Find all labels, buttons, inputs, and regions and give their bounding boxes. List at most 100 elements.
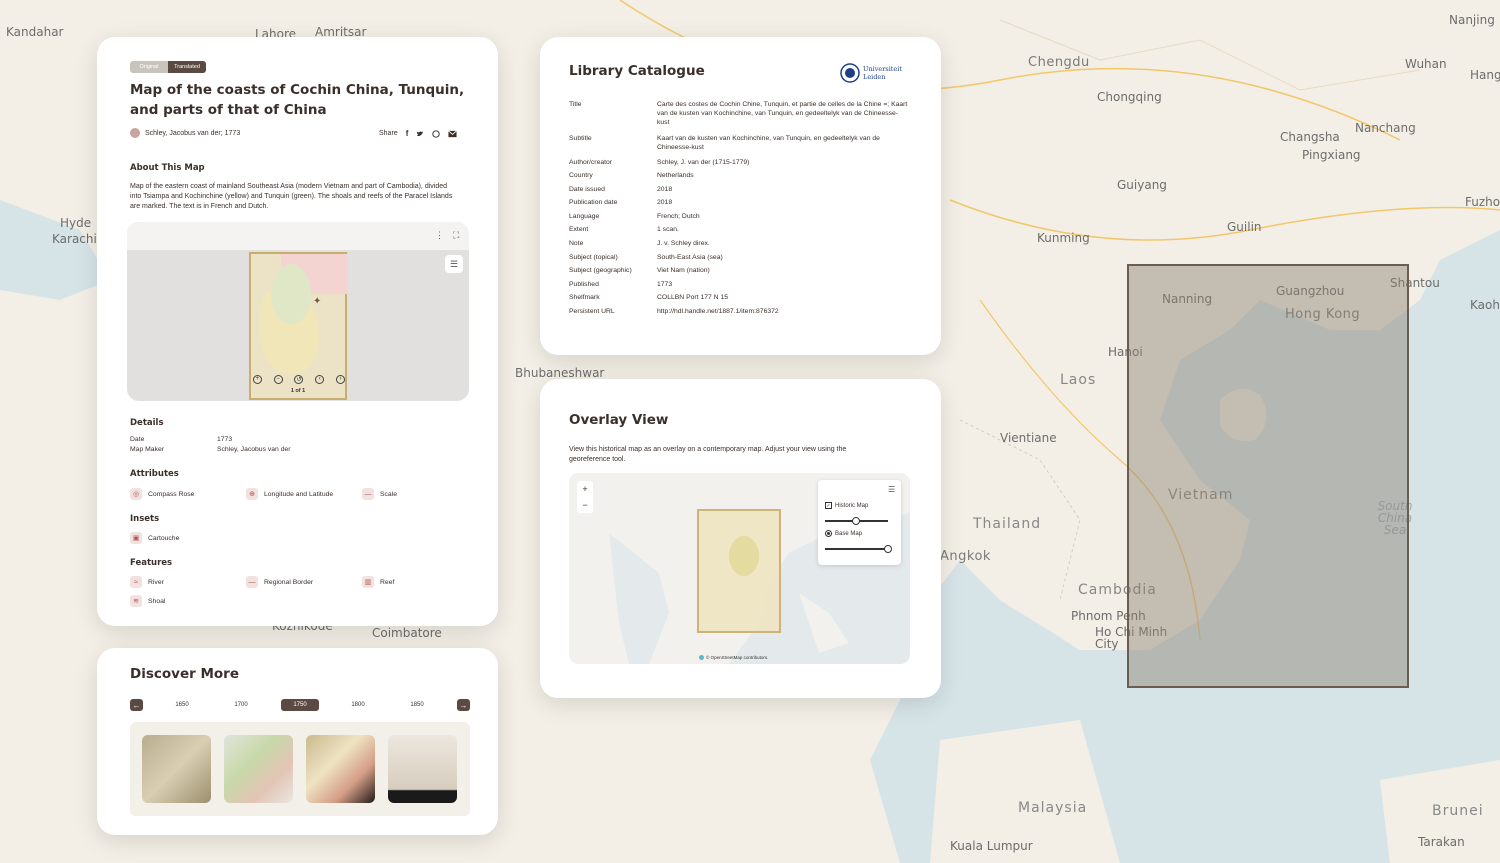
radio-icon[interactable]	[825, 530, 832, 537]
catalogue-field-label: Extent	[569, 226, 589, 233]
overlay-title: Overlay View	[569, 412, 669, 428]
more-options-icon[interactable]: ⋮	[435, 230, 444, 241]
checkbox-icon[interactable]: ✓	[825, 502, 832, 509]
zoom-in-button[interactable]: +	[577, 481, 593, 497]
zoom-out-button[interactable]: −	[577, 497, 593, 513]
reset-icon[interactable]: ↺	[294, 374, 304, 384]
detail-value: Schley, Jacobus van der	[217, 446, 291, 453]
map-label: Bhubaneshwar	[515, 366, 605, 380]
facebook-icon[interactable]: f	[406, 129, 409, 138]
catalogue-field-value: Kaart van de kusten van Kochinchine, van…	[657, 135, 880, 152]
fullscreen-icon[interactable]: ⛶	[453, 230, 459, 241]
catalogue-field-value: Carte des costes de Cochin Chine, Tunqui…	[657, 101, 908, 127]
attribute-scale[interactable]: — Scale	[362, 488, 397, 500]
inset-label: Cartouche	[148, 534, 180, 542]
cartouche-icon: ▣	[130, 532, 142, 544]
scale-icon: —	[362, 488, 374, 500]
catalogue-title: Library Catalogue	[569, 63, 705, 79]
map-label: Fuzho	[1465, 195, 1500, 209]
features-heading: Features	[130, 558, 173, 568]
twitter-icon[interactable]	[416, 130, 424, 138]
map-label: Thailand	[973, 516, 1042, 532]
catalogue-field-label: Persistent URL	[569, 308, 615, 315]
catalogue-field-value: French; Dutch	[657, 213, 700, 220]
timeline-next-button[interactable]: →	[457, 699, 470, 711]
base-map-option[interactable]: Base Map	[825, 530, 862, 537]
toggle-translated[interactable]: Translated	[168, 61, 206, 73]
attribution-text: © OpenStreetMap contributors.	[706, 655, 769, 660]
toggle-original[interactable]: Original	[130, 61, 168, 73]
decade-1700[interactable]: 1700	[222, 699, 260, 711]
catalogue-field-value: 2018	[657, 199, 673, 206]
image-viewer[interactable]: ⋮ ⛶ ✦ ☰ + − ↺ ‹ › 1 of 1	[127, 222, 469, 401]
decade-1800[interactable]: 1800	[339, 699, 377, 711]
inset-cartouche[interactable]: ▣ Cartouche	[130, 532, 179, 544]
map-label: Nanjing	[1449, 13, 1495, 27]
decade-1650[interactable]: 1650	[163, 699, 201, 711]
map-detail-card: Original Translated Map of the coasts of…	[97, 37, 498, 626]
settings-sliders-icon[interactable]: ☰	[888, 485, 895, 494]
zoom-out-icon[interactable]: −	[273, 374, 283, 384]
catalogue-field-label: Published	[569, 281, 599, 288]
catalogue-field-label: Note	[569, 240, 584, 247]
catalogue-field-value[interactable]: http://hdl.handle.net/1887.1/item:876372	[657, 307, 909, 316]
thumbnail-map-1[interactable]	[142, 735, 211, 803]
info-icon[interactable]	[699, 655, 704, 660]
catalogue-field-label: Date issued	[569, 186, 605, 193]
overlay-historic-map[interactable]	[697, 509, 781, 633]
logo-text: Leiden	[863, 73, 886, 81]
globe-icon: ⊕	[246, 488, 258, 500]
thumbnail-map-4[interactable]	[388, 735, 457, 803]
details-heading: Details	[130, 418, 164, 428]
share-bar: Share f	[379, 129, 458, 138]
overlay-view-card: Overlay View View this historical map as…	[540, 379, 941, 698]
historic-map-label: Historic Map	[835, 502, 869, 509]
catalogue-field-value: J. v. Schley direx.	[657, 240, 710, 247]
map-label: Kaoh	[1470, 298, 1500, 312]
decade-1750-active[interactable]: 1750	[281, 699, 319, 711]
catalogue-field-value: Schley, J. van der (1715-1779)	[657, 159, 750, 166]
viewer-toolbar: ⋮ ⛶	[127, 222, 469, 250]
attribute-label: Scale	[380, 490, 398, 498]
email-icon[interactable]	[448, 130, 458, 138]
about-text: Map of the eastern coast of mainland Sou…	[130, 183, 453, 210]
feature-reef[interactable]: ▥ Reef	[362, 576, 394, 588]
historic-map-footprint[interactable]	[1127, 264, 1409, 688]
detail-key: Map Maker	[130, 446, 164, 453]
map-attribution: © OpenStreetMap contributors.	[699, 655, 768, 660]
catalogue-field-label: Title	[569, 101, 582, 108]
language-toggle[interactable]: Original Translated	[130, 61, 206, 73]
next-icon[interactable]: ›	[336, 374, 346, 384]
previous-icon[interactable]: ‹	[315, 374, 325, 384]
map-label: Guilin	[1227, 220, 1262, 234]
thumbnail-map-3[interactable]	[306, 735, 375, 803]
decade-1850[interactable]: 1850	[398, 699, 436, 711]
catalogue-field-value: South-East Asia (sea)	[657, 254, 723, 261]
adjust-icon[interactable]: ☰	[445, 255, 463, 273]
feature-shoal[interactable]: ≋ Shoal	[130, 595, 165, 607]
feature-label: Reef	[380, 578, 395, 586]
overlay-map[interactable]: + − ☰ ✓ Historic Map Base Map © OpenStre…	[569, 473, 910, 664]
slider-handle[interactable]	[884, 545, 892, 553]
detail-key: Date	[130, 436, 145, 443]
feature-regional-border[interactable]: — Regional Border	[246, 576, 313, 588]
timeline-prev-button[interactable]: ←	[130, 699, 143, 711]
slider-handle[interactable]	[852, 517, 860, 525]
base-opacity-slider[interactable]	[825, 545, 892, 553]
attribute-longitude-latitude[interactable]: ⊕ Longitude and Latitude	[246, 488, 333, 500]
thumbnail-map-2[interactable]	[224, 735, 293, 803]
map-label: Wuhan	[1405, 57, 1447, 71]
historic-opacity-slider[interactable]	[825, 517, 888, 525]
historic-map-option[interactable]: ✓ Historic Map	[825, 502, 868, 509]
zoom-controls: + −	[577, 481, 593, 513]
overlay-description: View this historical map as an overlay o…	[569, 446, 847, 463]
attribute-compass-rose[interactable]: ◎ Compass Rose	[130, 488, 194, 500]
logo-text: Universiteit	[863, 65, 902, 73]
map-label: Chengdu	[1028, 55, 1090, 70]
zoom-in-icon[interactable]: +	[252, 374, 262, 384]
author-line: Schley, Jacobus van der; 1773	[130, 128, 240, 138]
whatsapp-icon[interactable]	[432, 129, 441, 138]
feature-river[interactable]: ≈ River	[130, 576, 164, 588]
catalogue-field-value: Netherlands	[657, 172, 694, 179]
author-text: Schley, Jacobus van der; 1773	[145, 129, 241, 137]
